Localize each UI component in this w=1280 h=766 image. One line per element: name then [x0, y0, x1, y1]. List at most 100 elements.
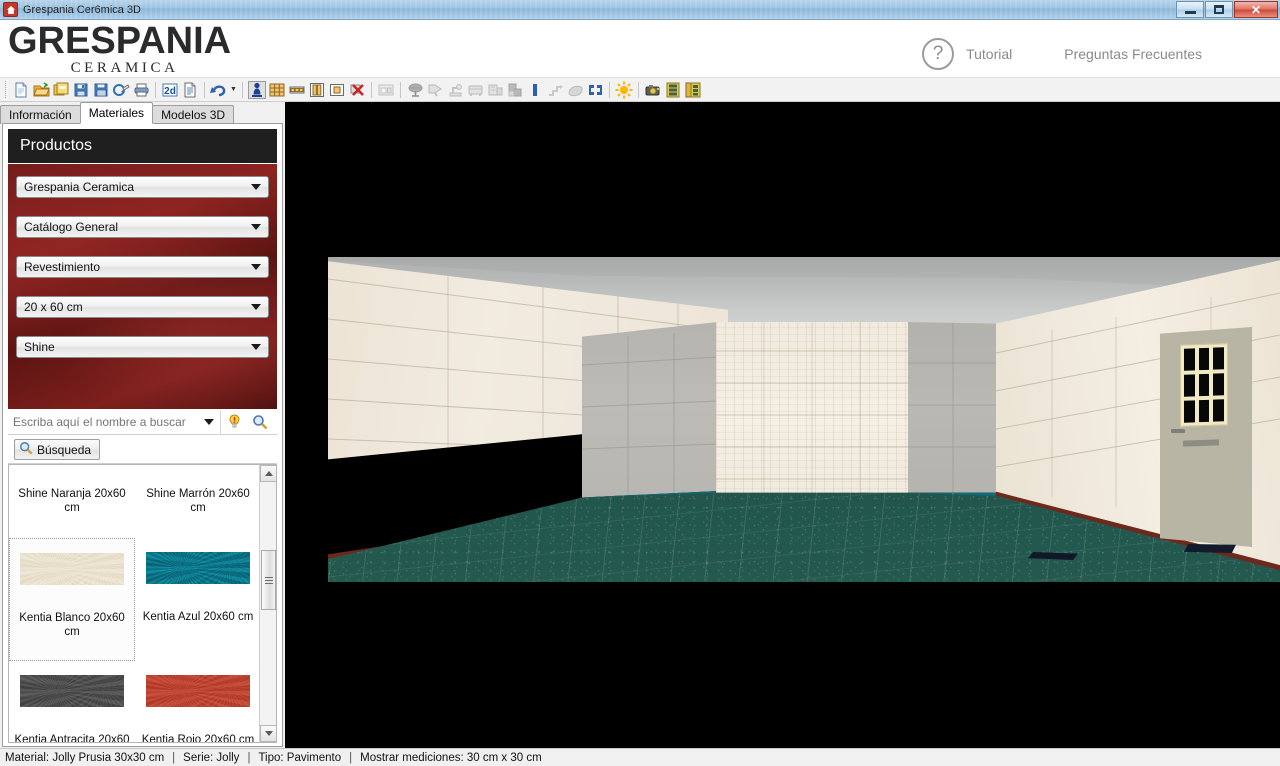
- search-row: [8, 409, 277, 435]
- svg-text:2d: 2d: [164, 86, 176, 97]
- magnifier-icon: [19, 441, 33, 458]
- floor-grid-icon[interactable]: [268, 81, 286, 99]
- product-cell[interactable]: Shine Marrón 20x60 cm: [135, 465, 261, 538]
- save-icon[interactable]: [72, 81, 90, 99]
- add-bathtub-icon[interactable]: [466, 81, 484, 99]
- application-window: Grespania Cer6mica 3D ✕ GRESPANIA CERAMI…: [0, 0, 1280, 766]
- tab-modelos-3d[interactable]: Modelos 3D: [152, 105, 235, 124]
- wall-row-icon[interactable]: [288, 81, 306, 99]
- film-strip-icon[interactable]: [664, 81, 682, 99]
- brand-select[interactable]: Grespania Ceramica: [16, 176, 269, 198]
- status-type-label: Tipo:: [258, 751, 284, 764]
- status-material-value: Jolly Prusia 30x30 cm: [52, 751, 165, 764]
- product-grid-scrollbar[interactable]: [259, 465, 276, 742]
- walkthrough-person-icon[interactable]: [248, 80, 266, 99]
- toolbar-separator: [155, 81, 156, 98]
- door-pane: [1198, 373, 1210, 397]
- single-tile-icon[interactable]: [328, 81, 346, 99]
- series-select-value: Shine: [24, 340, 55, 354]
- type-select-value: Revestimiento: [24, 260, 101, 274]
- close-button[interactable]: ✕: [1234, 1, 1278, 18]
- toolbar-grip[interactable]: [5, 81, 8, 98]
- open-folder-icon[interactable]: [32, 81, 50, 99]
- scroll-down-button[interactable]: [260, 725, 276, 742]
- busqueda-button[interactable]: Búsqueda: [14, 439, 101, 460]
- product-grid: Shine Naranja 20x60 cm Shine Marrón 20x6…: [9, 465, 261, 742]
- print-icon[interactable]: [132, 81, 150, 99]
- mirror-icon[interactable]: [586, 81, 604, 99]
- toolbar-separator: [400, 81, 401, 98]
- scroll-up-button[interactable]: [260, 465, 276, 482]
- product-label: Kentia Blanco 20x60 cm: [19, 612, 125, 638]
- chevron-down-icon[interactable]: [204, 418, 214, 425]
- status-series-value: Jolly: [216, 751, 240, 764]
- toolbar-separator: [609, 81, 610, 98]
- tutorial-label: Tutorial: [966, 46, 1013, 62]
- add-faucet-icon[interactable]: [446, 81, 464, 99]
- window-controls: ✕: [1175, 1, 1278, 18]
- product-cell[interactable]: Shine Naranja 20x60 cm: [9, 465, 135, 538]
- render-preview-icon[interactable]: [112, 81, 130, 99]
- chevron-down-icon: [251, 344, 261, 350]
- brand-header: GRESPANIA CERAMICA ? Tutorial Preguntas …: [0, 20, 1280, 78]
- minimize-button[interactable]: [1176, 1, 1204, 18]
- add-shower-icon[interactable]: [486, 81, 504, 99]
- toolbar-separator: [204, 81, 205, 98]
- save-as-copy-icon[interactable]: [52, 81, 70, 99]
- undo-dropdown-caret[interactable]: ▼: [229, 81, 238, 99]
- catalog-icon[interactable]: [684, 81, 702, 99]
- shape-icon[interactable]: [566, 81, 584, 99]
- tutorial-link[interactable]: ? Tutorial: [922, 38, 1012, 70]
- undo-icon[interactable]: [210, 81, 228, 99]
- door-mat: [1184, 544, 1236, 553]
- add-object-icon[interactable]: [506, 81, 524, 99]
- view-2d-icon[interactable]: 2d: [161, 81, 179, 99]
- save-all-icon[interactable]: [92, 81, 110, 99]
- scrollbar-thumb[interactable]: [261, 550, 276, 610]
- 3d-room-preview[interactable]: [285, 102, 1280, 748]
- header-links: ? Tutorial Preguntas Frecuentes: [922, 38, 1202, 70]
- status-measure-label: Mostrar mediciones:: [360, 751, 464, 764]
- product-cell[interactable]: Kentia Azul 20x60 cm: [135, 538, 261, 661]
- lightbulb-icon[interactable]: [221, 410, 247, 434]
- step-icon[interactable]: [546, 81, 564, 99]
- search-combobox[interactable]: [8, 409, 221, 434]
- room-view-icon[interactable]: [377, 81, 395, 99]
- catalog-select[interactable]: Catálogo General: [16, 216, 269, 238]
- toolbar-separator: [371, 81, 372, 98]
- add-sanitary-icon[interactable]: [426, 81, 444, 99]
- column-icon[interactable]: [526, 81, 544, 99]
- add-furniture-icon[interactable]: [406, 81, 424, 99]
- product-cell[interactable]: Kentia Antracita 20x60 cm: [9, 661, 135, 742]
- filter-stack: Grespania Ceramica Catálogo General Reve…: [8, 164, 277, 409]
- room-scene: [328, 257, 1280, 582]
- delete-material-icon[interactable]: [348, 81, 366, 99]
- size-select[interactable]: 20 x 60 cm: [16, 296, 269, 318]
- lighting-sun-icon[interactable]: [615, 81, 633, 99]
- toolbar-separator: [638, 81, 639, 98]
- product-cell[interactable]: Kentia Rojo 20x60 cm: [135, 661, 261, 742]
- new-file-icon[interactable]: [12, 81, 30, 99]
- report-icon[interactable]: [181, 81, 199, 99]
- type-select[interactable]: Revestimiento: [16, 256, 269, 278]
- product-label: Shine Marrón 20x60 cm: [146, 488, 250, 514]
- logo-wordmark: GRESPANIA: [8, 20, 232, 62]
- maximize-button[interactable]: [1205, 1, 1233, 18]
- tab-materiales[interactable]: Materiales: [79, 102, 154, 124]
- door-pane: [1213, 347, 1224, 370]
- busqueda-label: Búsqueda: [37, 442, 92, 457]
- search-input[interactable]: [8, 411, 204, 432]
- tab-informacion[interactable]: Información: [0, 105, 81, 124]
- magnifier-icon[interactable]: [247, 410, 273, 434]
- product-cell[interactable]: Kentia Blanco 20x60 cm: [9, 538, 135, 661]
- window-title: Grespania Cer6mica 3D: [23, 3, 141, 16]
- wall-panel-icon[interactable]: [308, 81, 326, 99]
- product-label: Shine Naranja 20x60 cm: [18, 488, 126, 514]
- series-select[interactable]: Shine: [16, 336, 269, 358]
- title-bar: Grespania Cer6mica 3D ✕: [0, 0, 1280, 20]
- catalog-select-value: Catálogo General: [24, 220, 119, 234]
- house-icon: [3, 2, 18, 17]
- minimize-icon: [1184, 11, 1196, 14]
- faq-link[interactable]: Preguntas Frecuentes: [1064, 46, 1202, 62]
- camera-icon[interactable]: [644, 81, 662, 99]
